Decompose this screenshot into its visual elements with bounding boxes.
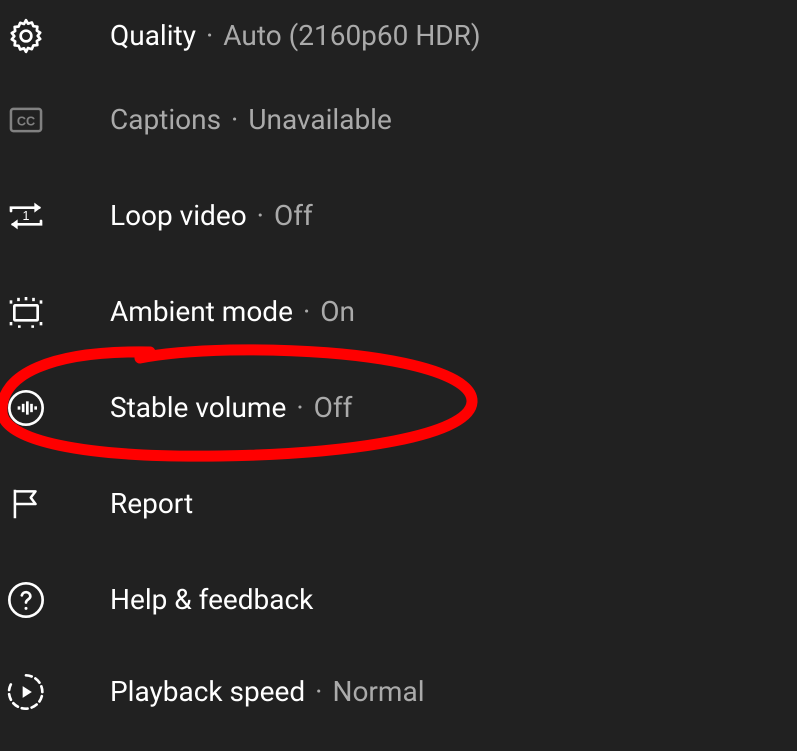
- separator: ·: [231, 106, 238, 134]
- menu-item-text: Playback speed · Normal: [110, 678, 425, 706]
- playback-speed-label: Playback speed: [110, 678, 305, 706]
- playback-speed-icon: [6, 672, 46, 712]
- quality-label: Quality: [110, 22, 196, 50]
- menu-item-stable-volume[interactable]: Stable volume · Off: [0, 360, 797, 456]
- menu-item-help[interactable]: Help & feedback: [0, 552, 797, 648]
- stable-volume-value: Off: [314, 394, 353, 422]
- separator: ·: [257, 202, 264, 230]
- quality-value: Auto (2160p60 HDR): [223, 22, 480, 50]
- playback-speed-value: Normal: [332, 678, 424, 706]
- menu-item-text: Help & feedback: [110, 586, 313, 614]
- menu-item-text: Quality · Auto (2160p60 HDR): [110, 22, 481, 50]
- separator: ·: [206, 22, 213, 50]
- stable-volume-icon: [6, 388, 46, 428]
- menu-item-report[interactable]: Report: [0, 456, 797, 552]
- menu-item-text: Report: [110, 490, 193, 518]
- stable-volume-label: Stable volume: [110, 394, 286, 422]
- settings-menu: Quality · Auto (2160p60 HDR) CC Captions…: [0, 0, 797, 736]
- captions-value: Unavailable: [248, 106, 391, 134]
- svg-text:1: 1: [23, 209, 30, 223]
- menu-item-text: Ambient mode · On: [110, 298, 355, 326]
- svg-text:CC: CC: [17, 115, 35, 129]
- loop-icon: 1: [6, 196, 46, 236]
- help-icon: [6, 580, 46, 620]
- loop-value: Off: [274, 202, 313, 230]
- ambient-icon: [6, 292, 46, 332]
- menu-item-loop[interactable]: 1 Loop video · Off: [0, 168, 797, 264]
- gear-icon: [6, 16, 46, 56]
- menu-item-captions[interactable]: CC Captions · Unavailable: [0, 72, 797, 168]
- report-label: Report: [110, 490, 193, 518]
- menu-item-text: Loop video · Off: [110, 202, 313, 230]
- help-label: Help & feedback: [110, 586, 313, 614]
- menu-item-text: Captions · Unavailable: [110, 106, 392, 134]
- ambient-value: On: [320, 298, 355, 326]
- captions-icon: CC: [6, 100, 46, 140]
- loop-label: Loop video: [110, 202, 247, 230]
- separator: ·: [315, 678, 322, 706]
- ambient-label: Ambient mode: [110, 298, 293, 326]
- menu-item-ambient[interactable]: Ambient mode · On: [0, 264, 797, 360]
- separator: ·: [296, 394, 303, 422]
- menu-item-quality[interactable]: Quality · Auto (2160p60 HDR): [0, 0, 797, 72]
- flag-icon: [6, 484, 46, 524]
- captions-label: Captions: [110, 106, 221, 134]
- separator: ·: [303, 298, 310, 326]
- menu-item-playback-speed[interactable]: Playback speed · Normal: [0, 648, 797, 736]
- menu-item-text: Stable volume · Off: [110, 394, 352, 422]
